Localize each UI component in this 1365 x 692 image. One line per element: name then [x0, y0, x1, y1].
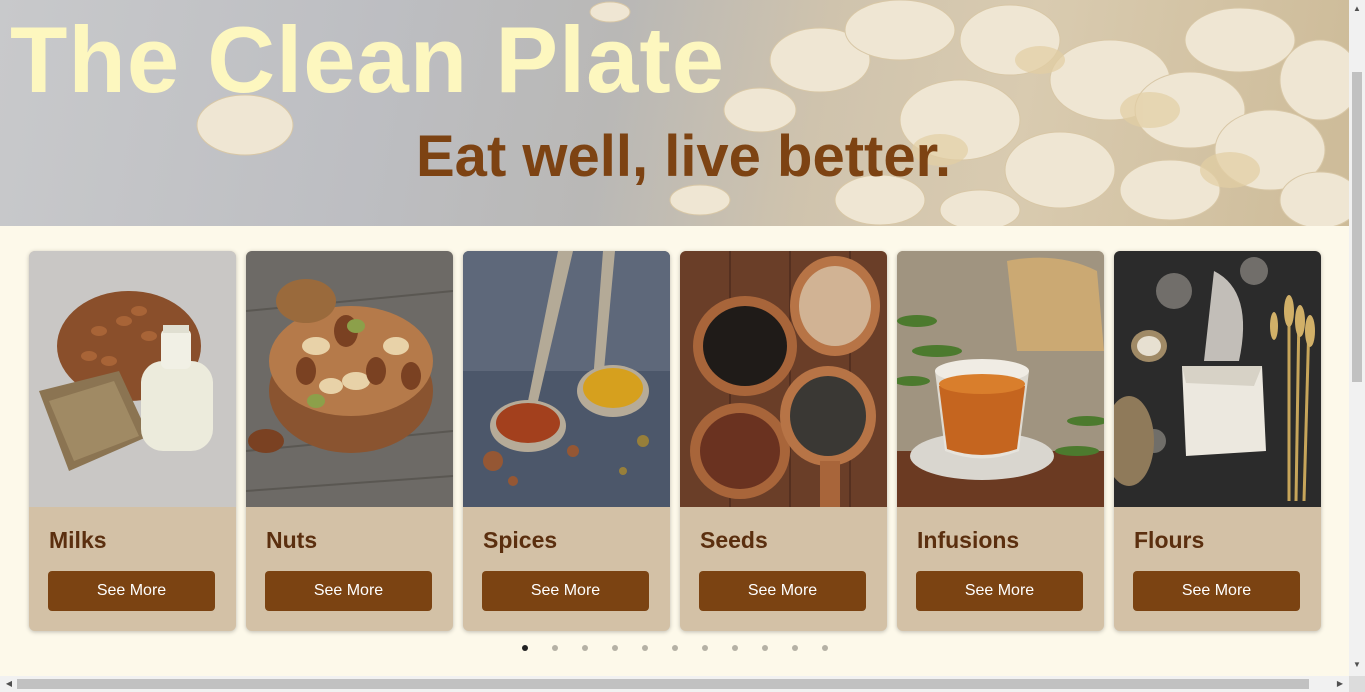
card-title: Nuts [266, 527, 318, 553]
category-carousel: ❮ ❯ Milks See More Nuts See More Spices … [0, 226, 1349, 676]
category-card-seeds: Seeds See More [680, 251, 887, 631]
hero-banner: The Clean Plate Eat well, live better. [0, 0, 1349, 226]
spices-image [463, 251, 670, 507]
pagination-dot[interactable] [732, 645, 738, 651]
carousel-pagination [0, 643, 1349, 653]
pagination-dot[interactable] [552, 645, 558, 651]
page: The Clean Plate Eat well, live better. ❮… [0, 0, 1349, 676]
pagination-dot[interactable] [792, 645, 798, 651]
scroll-left-icon[interactable]: ◀ [2, 676, 16, 692]
pagination-dot[interactable] [612, 645, 618, 651]
pagination-dot[interactable] [702, 645, 708, 651]
pagination-dot[interactable] [822, 645, 828, 651]
pagination-dot[interactable] [672, 645, 678, 651]
card-title: Milks [49, 527, 107, 553]
chevron-right-icon[interactable]: ❯ [1333, 431, 1348, 451]
horizontal-scroll-thumb[interactable] [17, 679, 1309, 689]
nuts-image [246, 251, 453, 507]
category-card-nuts: Nuts See More [246, 251, 453, 631]
category-card-infusions: Infusions See More [897, 251, 1104, 631]
vertical-scroll-thumb[interactable] [1352, 72, 1362, 382]
see-more-button[interactable]: See More [699, 571, 866, 611]
horizontal-scrollbar[interactable]: ◀ ▶ [0, 676, 1349, 692]
see-more-button[interactable]: See More [1133, 571, 1300, 611]
see-more-button[interactable]: See More [916, 571, 1083, 611]
card-title: Infusions [917, 527, 1020, 553]
card-title: Spices [483, 527, 558, 553]
site-tagline: Eat well, live better. [416, 124, 952, 189]
scroll-down-icon[interactable]: ▼ [1349, 658, 1365, 672]
scroll-right-icon[interactable]: ▶ [1333, 676, 1347, 692]
seeds-image [680, 251, 887, 507]
scroll-up-icon[interactable]: ▲ [1349, 2, 1365, 16]
pagination-dot[interactable] [522, 645, 528, 651]
category-card-milks: Milks See More [29, 251, 236, 631]
see-more-button[interactable]: See More [265, 571, 432, 611]
pagination-dot[interactable] [762, 645, 768, 651]
scrollbar-corner [1349, 676, 1365, 692]
pagination-dot[interactable] [582, 645, 588, 651]
flours-image [1114, 251, 1321, 507]
infusions-image [897, 251, 1104, 507]
card-title: Seeds [700, 527, 768, 553]
card-title: Flours [1134, 527, 1205, 553]
vertical-scrollbar[interactable]: ▲ ▼ [1349, 0, 1365, 676]
pagination-dot[interactable] [642, 645, 648, 651]
category-card-flours: Flours See More [1114, 251, 1321, 631]
see-more-button[interactable]: See More [482, 571, 649, 611]
site-title: The Clean Plate [10, 7, 725, 112]
chevron-left-icon[interactable]: ❮ [1, 431, 16, 451]
category-card-spices: Spices See More [463, 251, 670, 631]
see-more-button[interactable]: See More [48, 571, 215, 611]
milks-image [29, 251, 236, 507]
